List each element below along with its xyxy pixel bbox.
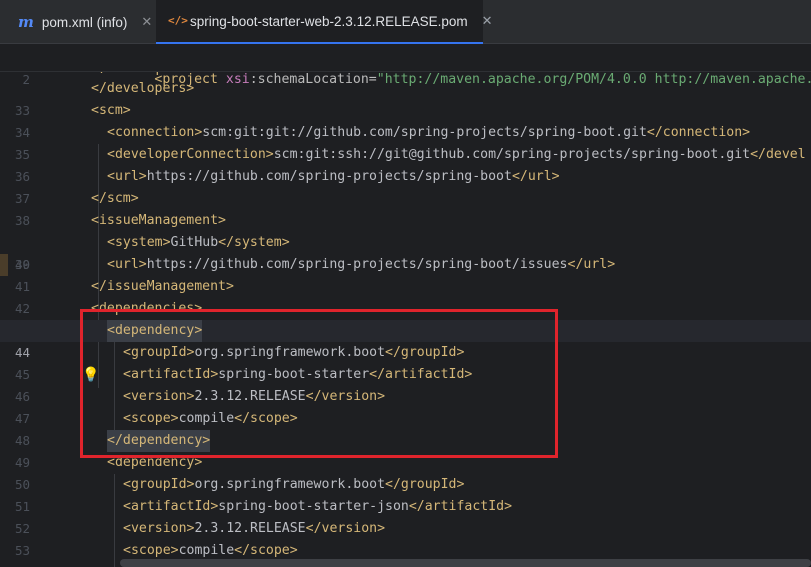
xml-text: https://github.com/spring-projects/sprin… bbox=[146, 169, 512, 184]
code-line[interactable]: 40 <system>GitHub</system> bbox=[0, 232, 811, 272]
code-line[interactable]: 42 </issueManagement> bbox=[0, 276, 811, 316]
code-line[interactable]: 51 <groupId>org.springframework.boot</gr… bbox=[0, 474, 811, 514]
editor-tab-bar: m pom.xml (info) ✕ </> spring-boot-start… bbox=[0, 0, 811, 44]
xml-tag: <connection> bbox=[107, 125, 203, 140]
xml-text: spring-boot-starter-json bbox=[218, 499, 409, 514]
xml-tag: <system> bbox=[107, 235, 171, 250]
code-line[interactable]: 38 </scm> bbox=[0, 188, 811, 228]
code-line[interactable]: 36 <developerConnection>scm:git:ssh://gi… bbox=[0, 144, 811, 184]
xml-text: scm:git:git://github.com/spring-projects… bbox=[202, 125, 647, 140]
xml-text: GitHub bbox=[170, 235, 219, 250]
xml-tag: <version> bbox=[123, 521, 195, 536]
code-line[interactable]: 35 <connection>scm:git:git://github.com/… bbox=[0, 122, 811, 162]
xml-tag: </connection> bbox=[646, 125, 751, 140]
xml-text: compile bbox=[178, 543, 235, 558]
code-line[interactable]: 39 <issueManagement> bbox=[0, 210, 811, 276]
code-editor[interactable]: </developers> 2 <project xsi:schemaLocat… bbox=[0, 44, 811, 567]
code-line[interactable]: 52 <artifactId>spring-boot-starter-json<… bbox=[0, 496, 811, 536]
xml-tag: <issueManagement> bbox=[91, 213, 226, 228]
tab-label: pom.xml (info) bbox=[41, 14, 128, 30]
xml-tag: </scm> bbox=[91, 191, 139, 206]
maven-file-icon: m bbox=[18, 13, 34, 31]
sticky-attr-value: "http://maven.apache.org/POM/4.0.0 http:… bbox=[376, 72, 811, 87]
sticky-namespace: xsi bbox=[225, 72, 250, 87]
close-icon[interactable]: ✕ bbox=[482, 13, 493, 29]
xml-tag: </url> bbox=[511, 169, 560, 184]
code-line[interactable]: 41 <url>https://github.com/spring-projec… bbox=[0, 254, 811, 294]
xml-tag: <developerConnection> bbox=[107, 147, 274, 162]
xml-tag: <groupId> bbox=[123, 477, 195, 492]
xml-tag: <url> bbox=[107, 257, 147, 272]
xml-tag: </issueManagement> bbox=[91, 279, 234, 294]
tab-label: spring-boot-starter-web-2.3.12.RELEASE.p… bbox=[190, 13, 468, 29]
code-line[interactable]: 53 <version>2.3.12.RELEASE</version> bbox=[0, 518, 811, 558]
xml-file-icon: </> bbox=[168, 14, 188, 27]
xml-tag: <scope> bbox=[123, 543, 179, 558]
sticky-header-line[interactable]: 2 <project xsi:schemaLocation="http://ma… bbox=[0, 44, 811, 87]
xml-text: org.springframework.boot bbox=[194, 477, 386, 492]
xml-text: 2.3.12.RELEASE bbox=[194, 521, 306, 536]
line-number: 2 bbox=[22, 72, 30, 87]
xml-text: scm:git:ssh://git@github.com/spring-proj… bbox=[273, 147, 751, 162]
sticky-tag-open: <project bbox=[154, 72, 226, 87]
xml-tag: </scope> bbox=[234, 543, 298, 558]
ide-window: m pom.xml (info) ✕ </> spring-boot-start… bbox=[0, 0, 811, 567]
xml-tag: </url> bbox=[567, 257, 616, 272]
xml-tag: </groupId> bbox=[385, 477, 465, 492]
xml-text: https://github.com/spring-projects/sprin… bbox=[146, 257, 568, 272]
tab-spring-boot-starter-web-pom[interactable]: </> spring-boot-starter-web-2.3.12.RELEA… bbox=[156, 0, 493, 44]
tab-pom-xml[interactable]: m pom.xml (info) ✕ bbox=[18, 0, 152, 44]
close-icon[interactable]: ✕ bbox=[141, 14, 152, 30]
highlight-box bbox=[80, 309, 558, 458]
sticky-attr: :schemaLocation= bbox=[249, 72, 377, 87]
horizontal-scrollbar[interactable] bbox=[120, 559, 811, 567]
xml-tag: </artifactId> bbox=[408, 499, 513, 514]
xml-tag: </system> bbox=[218, 235, 290, 250]
line-number: 54 bbox=[0, 562, 30, 567]
code-line[interactable]: 37 <url>https://github.com/spring-projec… bbox=[0, 166, 811, 206]
xml-tag: <artifactId> bbox=[123, 499, 219, 514]
xml-tag: </devel bbox=[750, 147, 806, 162]
xml-tag: <url> bbox=[107, 169, 147, 184]
xml-tag: </version> bbox=[305, 521, 386, 536]
